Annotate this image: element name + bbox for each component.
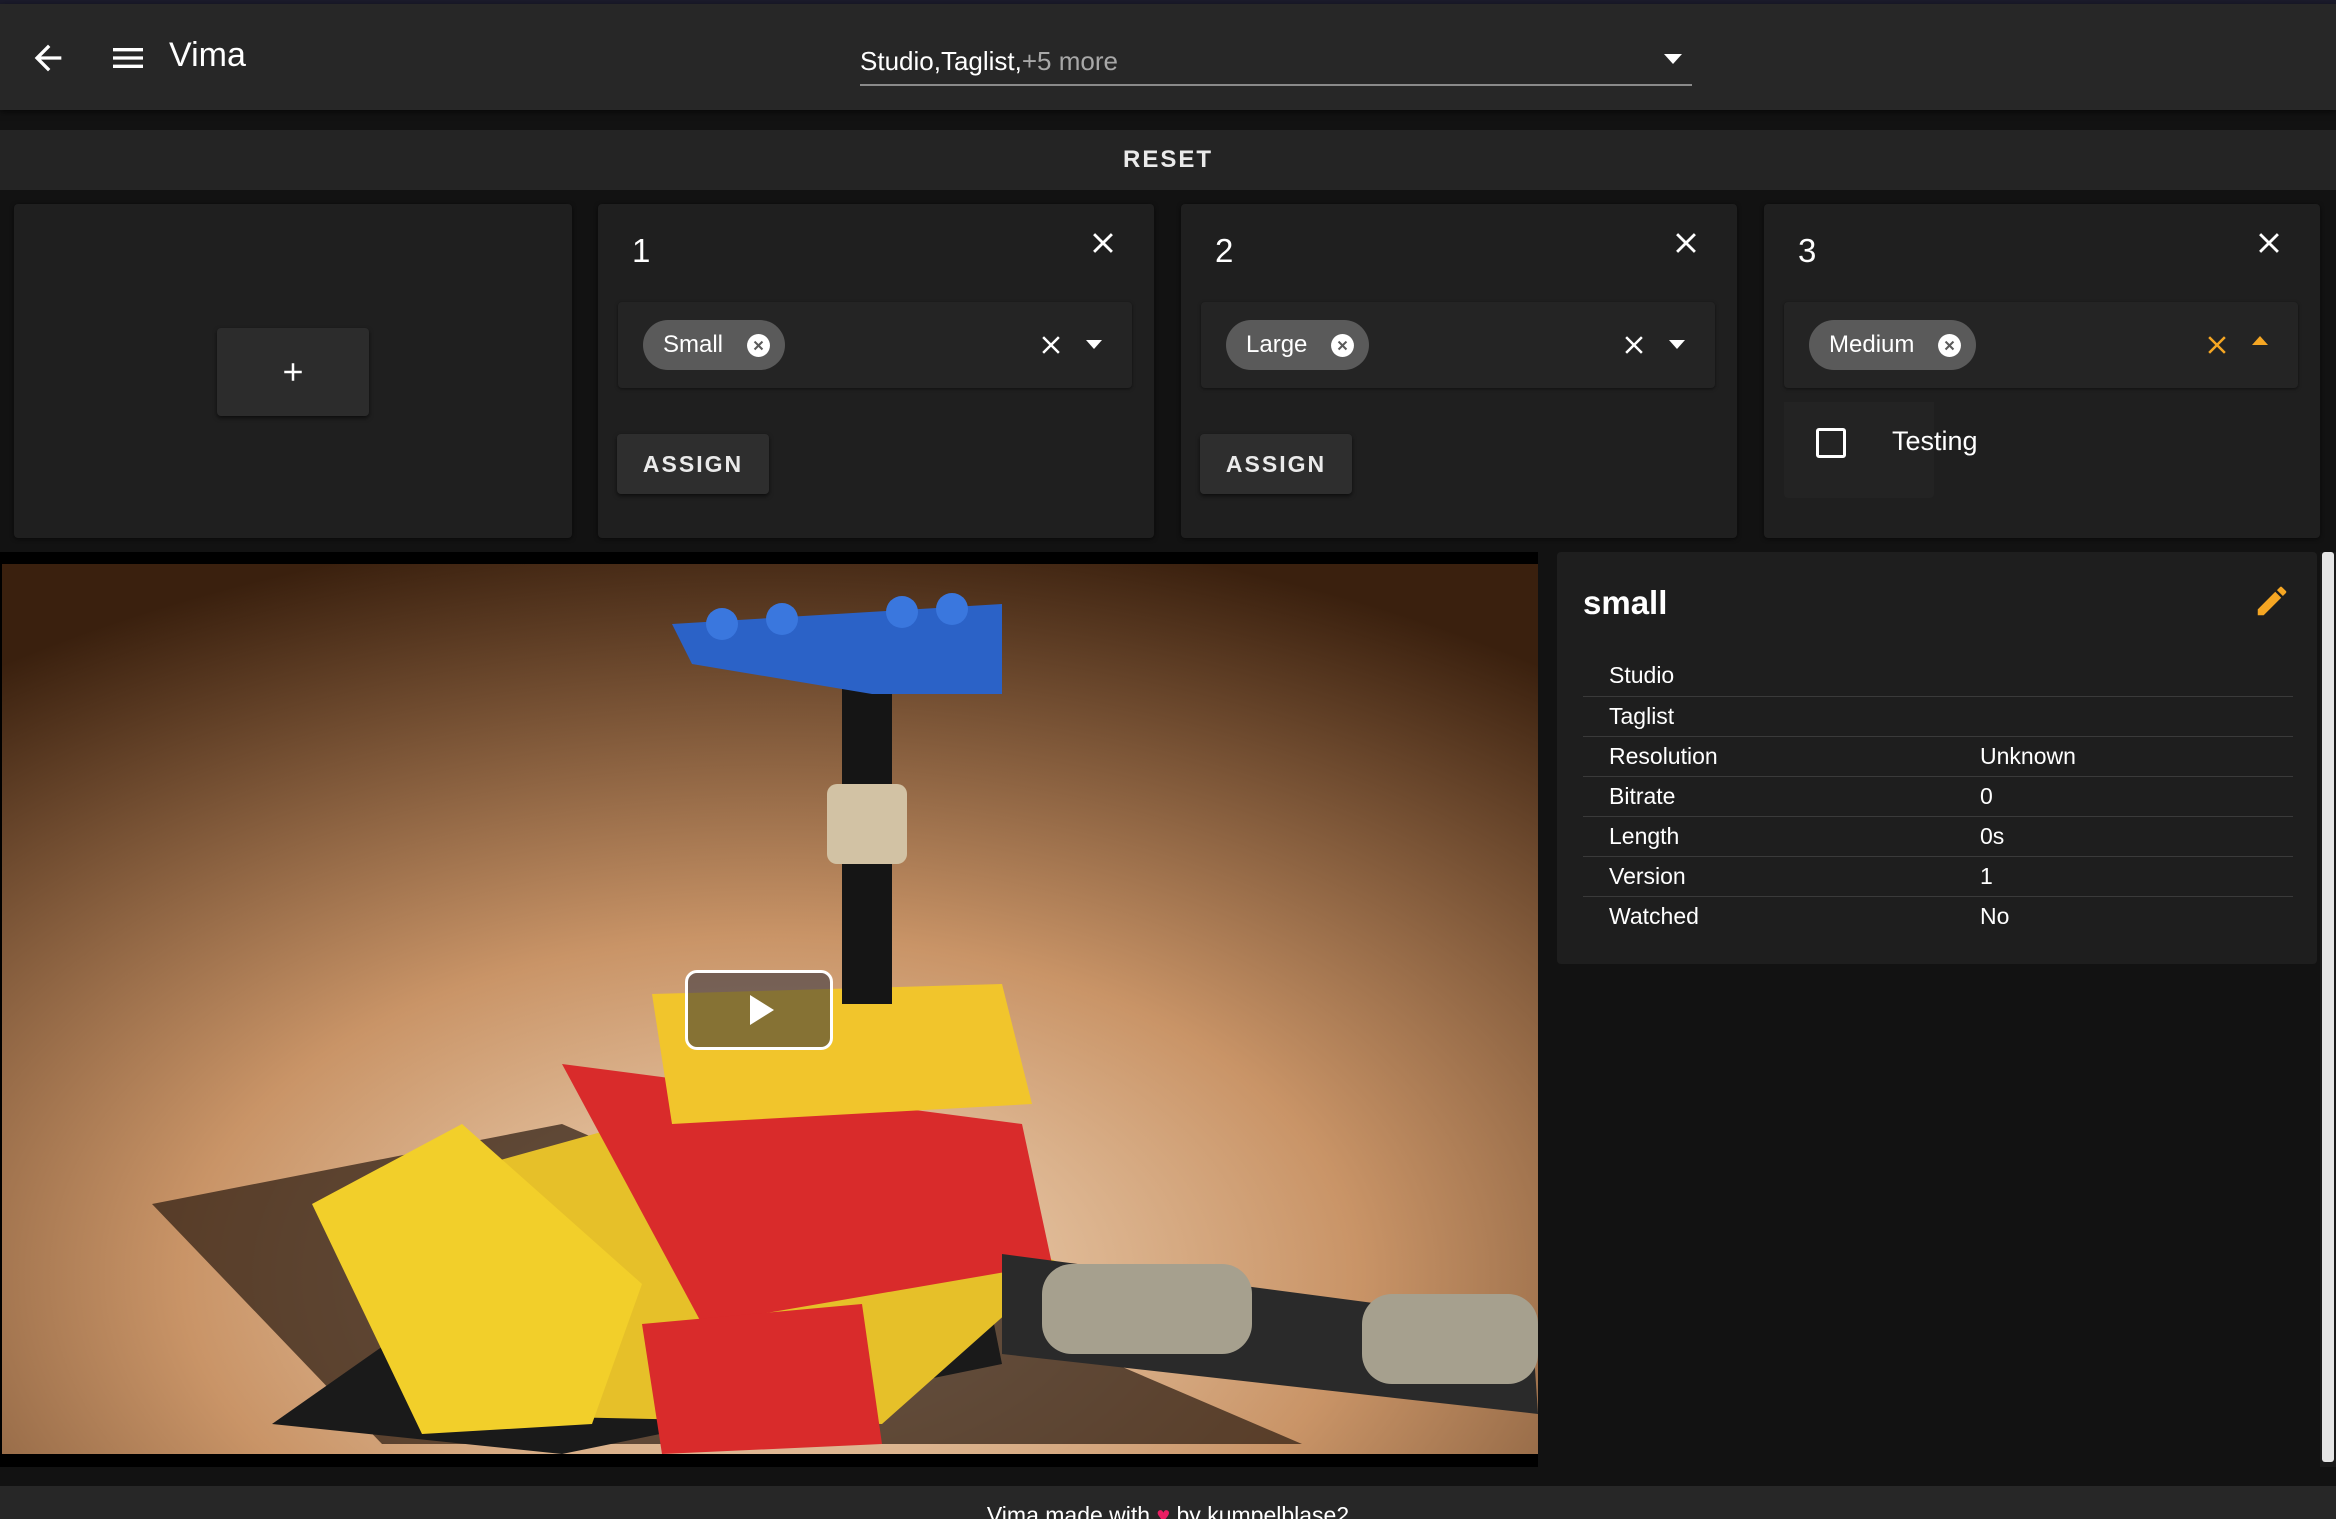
table-row: Resolution Unknown — [1583, 736, 2293, 777]
metadata-value: No — [1980, 902, 2010, 929]
app-bar: Vima Studio,Taglist,+5 more — [0, 4, 2336, 110]
close-icon[interactable] — [1669, 226, 1703, 260]
menu-icon[interactable] — [108, 38, 148, 78]
metadata-key: Length — [1583, 816, 1954, 857]
footer-after: by kumpelblase2 — [1170, 1502, 1350, 1519]
video-name: small — [1583, 584, 1668, 621]
table-row: Bitrate 0 — [1583, 776, 2293, 817]
footer-text: Vima made with ♥ by kumpelblase2 — [0, 1502, 2336, 1519]
app-title: Vima — [169, 36, 246, 74]
add-group-card — [14, 204, 572, 538]
clear-icon[interactable] — [1036, 330, 1066, 360]
table-row: Length 0s — [1583, 816, 2293, 857]
play-icon — [750, 995, 774, 1025]
clear-icon[interactable] — [2202, 330, 2232, 360]
group-card-1: 1 Small ASSIGN — [598, 204, 1154, 538]
chip-close-icon[interactable] — [1937, 333, 1962, 358]
group-card-3: 3 Medium Testing — [1764, 204, 2320, 538]
tag-select-selected: Studio,Taglist, — [860, 46, 1022, 76]
table-row: Watched No — [1583, 896, 2293, 936]
plus-icon — [284, 363, 302, 381]
group-number: 3 — [1798, 232, 1817, 269]
assign-button[interactable]: ASSIGN — [617, 434, 769, 494]
chip-close-icon[interactable] — [746, 333, 771, 358]
tag-chip-label: Small — [663, 331, 724, 358]
metadata-value: 0 — [1954, 776, 2293, 817]
metadata-value — [1954, 696, 2293, 737]
heart-icon: ♥ — [1156, 1502, 1171, 1519]
table-row: Taglist — [1583, 696, 2293, 737]
assign-button[interactable]: ASSIGN — [1200, 434, 1352, 494]
tag-chip-label: Medium — [1829, 331, 1915, 358]
footer: Vima made with ♥ by kumpelblase2 — [0, 1486, 2336, 1519]
reset-label: RESET — [1122, 146, 1213, 173]
group-number: 1 — [632, 232, 651, 269]
tag-select-value: Studio,Taglist,+5 more — [860, 46, 1118, 77]
tag-select[interactable]: Studio,Taglist,+5 more — [860, 34, 1692, 86]
tag-chip[interactable]: Medium — [1809, 320, 1977, 370]
dropdown-option-testing[interactable]: Testing — [1784, 410, 2314, 480]
tag-chip[interactable]: Large — [1226, 320, 1370, 370]
close-icon[interactable] — [1086, 226, 1120, 260]
footer-before: Vima made with — [986, 1502, 1157, 1519]
metadata-value: Unknown — [1954, 736, 2293, 777]
chevron-up-icon[interactable] — [2252, 336, 2268, 345]
metadata-value — [1954, 656, 2293, 697]
metadata-value: 0s — [1954, 816, 2293, 857]
metadata-key: Watched — [1609, 902, 1699, 929]
tag-chip[interactable]: Small — [643, 320, 786, 370]
metadata-key: Taglist — [1583, 696, 1954, 737]
video-info-panel: small Studio Taglist Resolution Unknown B… — [1557, 552, 2317, 964]
metadata-value: 1 — [1954, 856, 2293, 897]
option-label: Testing — [1892, 426, 1978, 456]
tag-select-more: +5 more — [1021, 46, 1118, 76]
scrollbar-thumb[interactable] — [2322, 552, 2334, 1462]
metadata-key: Bitrate — [1583, 776, 1954, 817]
chevron-down-icon[interactable] — [1669, 340, 1685, 349]
tag-chip-label: Large — [1246, 331, 1308, 358]
add-group-button[interactable] — [217, 328, 369, 416]
checkbox-icon[interactable] — [1816, 428, 1846, 458]
chip-close-icon[interactable] — [1330, 333, 1355, 358]
chevron-down-icon[interactable] — [1664, 54, 1682, 64]
metadata-table: Studio Taglist Resolution Unknown Bitrate… — [1583, 656, 2293, 936]
clear-icon[interactable] — [1619, 330, 1649, 360]
metadata-key: Version — [1583, 856, 1954, 897]
table-row: Studio — [1583, 656, 2293, 697]
table-row: Version 1 — [1583, 856, 2293, 897]
tag-combobox[interactable]: Large — [1201, 302, 1715, 388]
group-card-2: 2 Large ASSIGN — [1181, 204, 1737, 538]
close-icon[interactable] — [2252, 226, 2286, 260]
metadata-key: Resolution — [1583, 736, 1954, 777]
tag-combobox[interactable]: Medium — [1784, 302, 2298, 388]
group-number: 2 — [1215, 232, 1234, 269]
pencil-icon[interactable] — [2253, 582, 2291, 620]
metadata-key: Studio — [1583, 656, 1954, 697]
tag-combobox[interactable]: Small — [618, 302, 1132, 388]
play-button[interactable] — [685, 970, 833, 1050]
chevron-down-icon[interactable] — [1086, 340, 1102, 349]
video-player[interactable] — [0, 552, 1538, 1467]
arrow-left-icon[interactable] — [28, 38, 68, 78]
reset-button[interactable]: RESET — [0, 130, 2336, 190]
